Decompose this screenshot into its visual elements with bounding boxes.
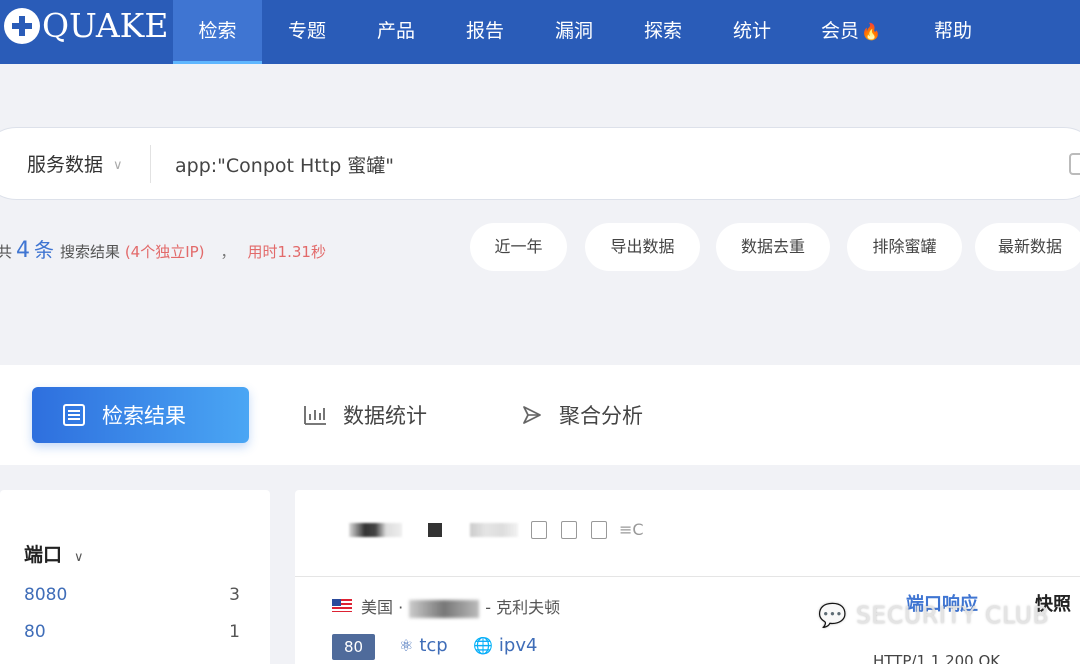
port-filter-item[interactable]: 8080 3 <box>24 585 240 605</box>
port-value: 8080 <box>24 585 68 605</box>
latest-data-button[interactable]: 最新数据 <box>975 223 1080 271</box>
nav-item-products[interactable]: 产品 <box>359 0 433 64</box>
masked-region <box>409 599 480 618</box>
filter-label: 近一年 <box>494 237 543 256</box>
chevron-down-icon: ∨ <box>113 158 123 173</box>
tab-data-stats[interactable]: 数据统计 <box>303 387 427 443</box>
us-flag-icon <box>332 599 352 612</box>
tab-label: 数据统计 <box>343 404 427 428</box>
nav-item-topics[interactable]: 专题 <box>270 0 344 64</box>
location: 美国 · - 克利夫顿 <box>361 594 560 618</box>
country: 美国 <box>361 598 394 617</box>
copy-icon[interactable] <box>531 521 547 539</box>
nav-item-search[interactable]: 检索 <box>173 0 262 64</box>
masked-ip <box>428 523 442 537</box>
city: - 克利夫顿 <box>485 598 561 617</box>
list-icon <box>63 404 85 426</box>
scan-icon[interactable] <box>1069 153 1080 175</box>
port-count: 3 <box>229 585 240 605</box>
filter-label: 最新数据 <box>997 237 1062 256</box>
result-count: 4 <box>16 238 31 263</box>
filter-label: 排除蜜罐 <box>872 237 937 256</box>
logo-text: QUAKE <box>42 6 169 45</box>
nav-item-reports[interactable]: 报告 <box>448 0 522 64</box>
analysis-icon <box>523 406 541 424</box>
chevron-down-icon: ∨ <box>74 550 84 565</box>
filter-last-year-button[interactable]: 近一年 <box>470 223 567 271</box>
response-preview: HTTP/1.1 200 OK <box>873 652 1001 664</box>
nav-label: 漏洞 <box>554 20 593 42</box>
plus-icon <box>4 8 40 44</box>
export-data-button[interactable]: 导出数据 <box>585 223 700 271</box>
nav-item-help[interactable]: 帮助 <box>916 0 990 64</box>
divider <box>295 576 1080 577</box>
ip-version-label: ipv4 <box>498 635 538 656</box>
port-count: 1 <box>229 622 240 642</box>
result-prefix: 共 <box>0 243 13 261</box>
nav-label: 产品 <box>376 20 415 42</box>
result-label: 搜索结果 <box>60 243 121 261</box>
nav-label: 会员 <box>821 20 860 42</box>
top-nav: QUAKE 检索 专题 产品 报告 漏洞 探索 统计 会员 🔥 帮助 <box>0 0 1080 64</box>
nav-item-vulns[interactable]: 漏洞 <box>537 0 611 64</box>
search-bar: 服务数据 ∨ <box>0 127 1080 200</box>
search-type-select[interactable]: 服务数据 ∨ <box>27 150 123 177</box>
search-input[interactable] <box>175 146 975 182</box>
search-type-label: 服务数据 <box>27 154 104 176</box>
divider <box>150 145 151 183</box>
result-unit: 条 <box>34 238 55 262</box>
separator: ， <box>220 243 236 261</box>
tab-label: 聚合分析 <box>559 404 643 428</box>
atom-icon: ⚛ <box>399 636 414 655</box>
dedupe-data-button[interactable]: 数据去重 <box>716 223 830 271</box>
port-filter-panel: 端口 ∨ 8080 3 80 1 <box>0 490 270 664</box>
ip-version-tag[interactable]: 🌐 ipv4 <box>473 635 537 656</box>
nav-label: 检索 <box>198 20 237 42</box>
port-filter-title[interactable]: 端口 ∨ <box>24 540 84 567</box>
result-summary: 共 4 条搜索结果 (4个独立IP) ， 用时1.31秒 <box>0 234 326 263</box>
port-badge[interactable]: 80 <box>332 634 375 660</box>
separator: · <box>398 598 404 617</box>
globe-icon: 🌐 <box>473 636 493 655</box>
watermark: 💬 SECURITY CLUB <box>818 602 1050 629</box>
nav-label: 统计 <box>732 20 771 42</box>
fire-icon: 🔥 <box>861 22 881 41</box>
tab-label: 检索结果 <box>102 404 186 428</box>
nav-label: 探索 <box>643 20 682 42</box>
quake-logo[interactable]: QUAKE <box>4 6 168 46</box>
external-link-icon[interactable] <box>591 521 607 539</box>
transport-tag[interactable]: ⚛ tcp <box>399 635 448 656</box>
port-filter-item[interactable]: 80 1 <box>24 622 240 642</box>
filter-label: 导出数据 <box>610 237 675 256</box>
exclude-honeypot-button[interactable]: 排除蜜罐 <box>847 223 962 271</box>
filter-label: 数据去重 <box>740 237 805 256</box>
document-icon[interactable] <box>561 521 577 539</box>
view-tabs: 检索结果 数据统计 聚合分析 <box>0 365 1080 465</box>
tab-aggregate-analysis[interactable]: 聚合分析 <box>521 387 643 443</box>
nav-label: 报告 <box>465 20 504 42</box>
nav-item-member[interactable]: 会员 🔥 <box>806 0 896 64</box>
transport-label: tcp <box>419 635 448 656</box>
port-value: 80 <box>24 622 46 642</box>
nav-item-explore[interactable]: 探索 <box>626 0 700 64</box>
masked-ip <box>470 523 518 537</box>
panel-title-text: 端口 <box>24 544 63 566</box>
hash-icon[interactable]: ≡C <box>619 520 644 539</box>
nav-label: 专题 <box>287 20 326 42</box>
wechat-icon: 💬 <box>818 603 848 629</box>
unique-ip-note: (4个独立IP) <box>124 243 205 261</box>
nav-label: 帮助 <box>933 20 972 42</box>
masked-ip[interactable] <box>349 523 402 537</box>
tab-search-results[interactable]: 检索结果 <box>32 387 249 443</box>
nav-item-stats[interactable]: 统计 <box>715 0 789 64</box>
bar-chart-icon <box>304 406 326 425</box>
query-time: 用时1.31秒 <box>247 243 326 261</box>
watermark-text: SECURITY CLUB <box>855 603 1050 629</box>
result-card: ≡C 美国 · - 克利夫顿 80 ⚛ tcp 🌐 ipv4 端口响应 快照 HTTP… <box>295 490 1080 664</box>
